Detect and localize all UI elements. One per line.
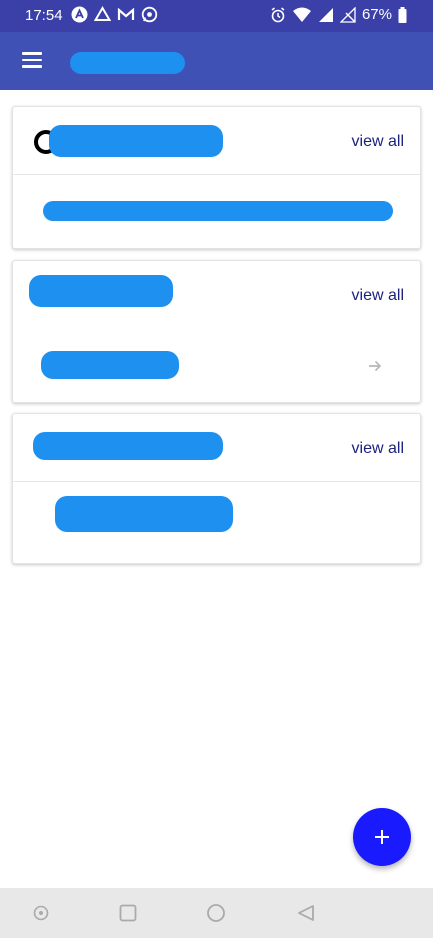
card-2: view all xyxy=(12,260,421,403)
add-fab-button[interactable] xyxy=(353,808,411,866)
recents-icon[interactable] xyxy=(119,904,137,922)
notification-icons xyxy=(71,6,158,23)
wifi-icon xyxy=(292,7,311,22)
whatsapp-icon xyxy=(141,6,158,23)
hamburger-menu-icon[interactable] xyxy=(22,52,42,70)
arrow-right-icon[interactable] xyxy=(366,357,384,375)
battery-percentage: 67% xyxy=(361,6,392,23)
app-icon xyxy=(71,6,88,23)
list-item-redacted xyxy=(55,496,233,532)
view-all-link[interactable]: view all xyxy=(352,287,404,305)
card-1: view all xyxy=(12,106,421,249)
plus-icon xyxy=(375,830,389,844)
system-icons: 67% xyxy=(270,6,407,23)
no-signal-icon xyxy=(339,6,356,23)
alarm-icon xyxy=(271,6,285,22)
back-icon[interactable] xyxy=(297,904,315,922)
app-bar xyxy=(0,32,433,90)
assistant-icon[interactable] xyxy=(33,905,49,921)
system-nav-bar xyxy=(0,888,433,938)
app-title-redacted xyxy=(70,52,185,74)
drive-icon xyxy=(94,6,111,21)
battery-icon xyxy=(398,6,407,23)
card-title-redacted xyxy=(49,125,223,157)
gmail-icon xyxy=(117,7,135,20)
list-item[interactable] xyxy=(13,175,420,247)
list-item[interactable] xyxy=(13,482,420,562)
view-all-link[interactable]: view all xyxy=(352,440,404,458)
list-item-redacted xyxy=(43,201,393,221)
signal-icon xyxy=(318,7,333,22)
card-title-redacted xyxy=(29,275,173,307)
card-3: view all xyxy=(12,413,421,564)
status-time: 17:54 xyxy=(25,7,63,24)
list-item-redacted xyxy=(41,351,179,379)
view-all-link[interactable]: view all xyxy=(352,133,404,151)
status-bar: 17:54 67% xyxy=(0,0,433,32)
list-item[interactable] xyxy=(13,329,420,401)
home-icon[interactable] xyxy=(206,903,226,923)
card-title-redacted xyxy=(33,432,223,460)
